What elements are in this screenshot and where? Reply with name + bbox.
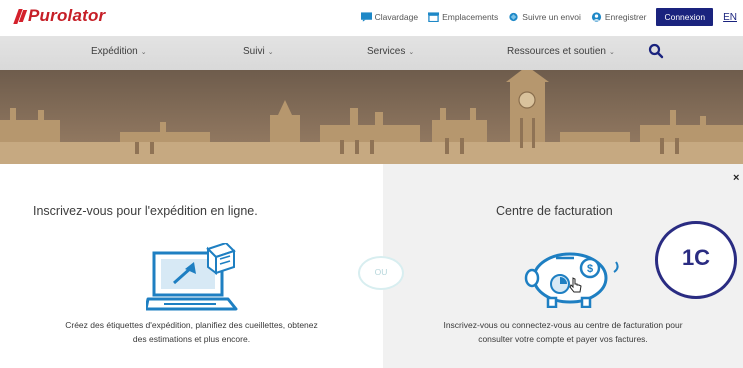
register-label: Enregistrer [604, 12, 647, 22]
nav-item-ressources[interactable]: Ressources et soutien ⌄ [507, 46, 615, 57]
track-icon [509, 12, 518, 22]
online-shipping-description: Créez des étiquettes d'expédition, plani… [0, 318, 383, 346]
nav-item-label: Ressources et soutien [507, 46, 606, 57]
laptop-package-icon [146, 243, 238, 311]
online-shipping-description-line2: des estimations et plus encore. [132, 334, 251, 344]
utility-nav: Clavardage Emplacements Suivre un envoi … [360, 8, 737, 26]
nav-item-label: Services [367, 46, 406, 57]
online-shipping-description-line1: Créez des étiquettes d'expédition, plani… [65, 320, 318, 330]
london-skyline-image [0, 70, 743, 164]
close-icon[interactable]: × [733, 172, 739, 184]
logo-mark-icon [13, 8, 28, 24]
top-utility-bar: Purolator Clavardage Emplacements Suivre… [0, 0, 743, 36]
purolator-logo[interactable]: Purolator [13, 3, 106, 29]
login-button[interactable]: Connexion [656, 8, 714, 26]
piggy-bank-icon: $ [524, 252, 619, 308]
signup-options-section: Inscrivez-vous pour l'expédition en lign… [0, 164, 743, 368]
nav-item-suivi[interactable]: Suivi ⌄ [243, 46, 274, 57]
svg-text:$: $ [587, 263, 593, 275]
online-shipping-title: Inscrivez-vous pour l'expédition en lign… [33, 204, 258, 218]
chevron-down-icon: ⌄ [408, 48, 415, 56]
chevron-down-icon: ⌄ [267, 48, 274, 56]
chat-label: Clavardage [374, 12, 419, 22]
store-icon [428, 12, 440, 22]
annotation-badge: 1C [655, 221, 737, 299]
chat-icon [360, 12, 372, 22]
or-divider: OU [358, 256, 404, 290]
main-nav: Expédition ⌄ Suivi ⌄ Services ⌄ Ressourc… [0, 36, 743, 70]
nav-item-expedition[interactable]: Expédition ⌄ [91, 46, 147, 57]
search-icon[interactable] [648, 43, 664, 59]
online-shipping-panel[interactable]: Inscrivez-vous pour l'expédition en lign… [0, 164, 383, 368]
locations-link[interactable]: Emplacements [428, 12, 498, 22]
locations-label: Emplacements [442, 12, 499, 22]
chevron-down-icon: ⌄ [608, 48, 615, 56]
chat-link[interactable]: Clavardage [360, 12, 419, 22]
billing-centre-title: Centre de facturation [496, 204, 613, 218]
hand-cursor-icon [569, 277, 582, 293]
track-label: Suivre un envoi [522, 12, 581, 22]
nav-item-label: Expédition [91, 46, 138, 57]
register-link[interactable]: Enregistrer [591, 12, 647, 22]
billing-centre-description-line1: Inscrivez-vous ou connectez-vous au cent… [443, 320, 683, 330]
annotation-badge-label: 1C [681, 245, 711, 270]
language-toggle[interactable]: EN [723, 12, 737, 23]
user-icon [591, 12, 601, 22]
billing-centre-description: Inscrivez-vous ou connectez-vous au cent… [383, 318, 743, 346]
billing-centre-description-line2: consulter votre compte et payer vos fact… [478, 334, 648, 344]
chevron-down-icon: ⌄ [140, 48, 147, 56]
nav-item-services[interactable]: Services ⌄ [367, 46, 414, 57]
track-link[interactable]: Suivre un envoi [508, 12, 581, 22]
nav-item-label: Suivi [243, 46, 265, 57]
hero-banner-image [0, 70, 743, 164]
logo-text: Purolator [28, 6, 106, 25]
or-divider-label: OU [374, 267, 388, 277]
